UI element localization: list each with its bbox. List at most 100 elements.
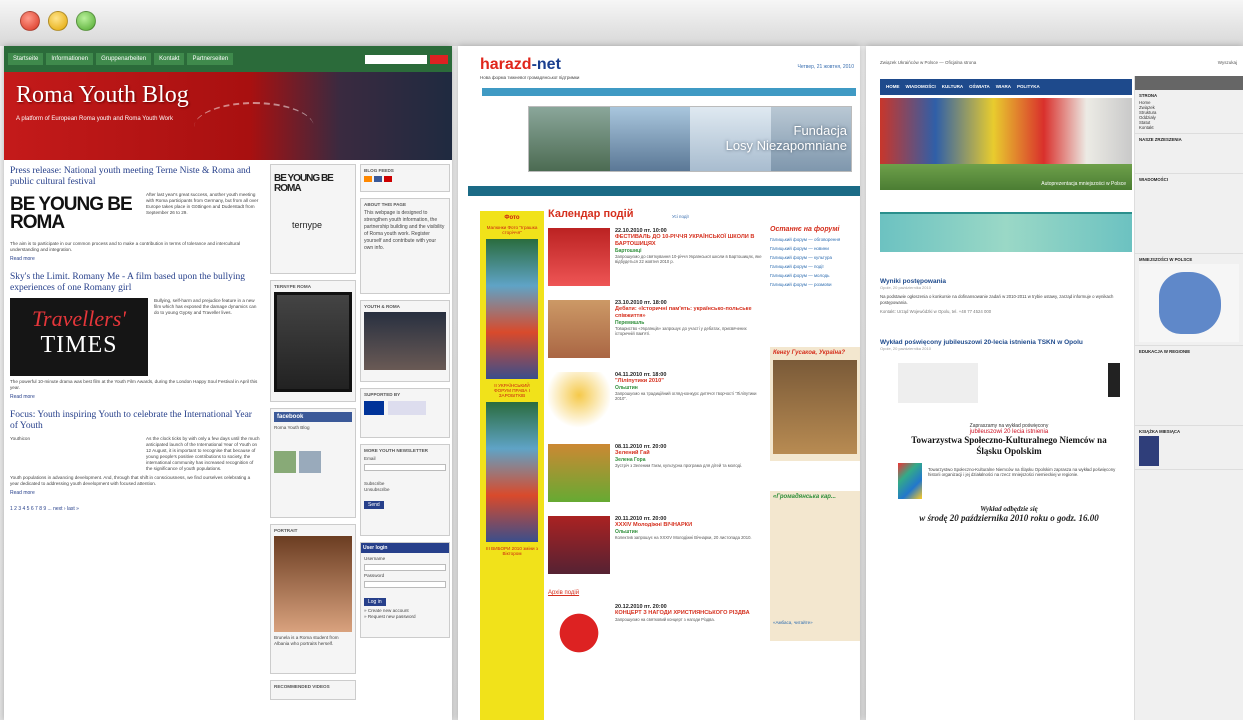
festival-banner[interactable]	[880, 212, 1132, 252]
civic-promo[interactable]: «Громадянська кар... «Амбаса, читайте»	[770, 491, 860, 641]
forum-link[interactable]: Галицький форум — культура	[770, 255, 860, 260]
facebook-icon[interactable]	[374, 176, 382, 182]
blog-right-sidebar: BLOG FEEDS ABOUT THIS PAGE This webpage …	[360, 164, 450, 720]
nav-item[interactable]: Informationen	[46, 53, 94, 65]
forum-link[interactable]: Галицький форум — обговорення	[770, 237, 860, 242]
nav-item[interactable]: Gruppenarbeiten	[96, 53, 152, 65]
newsletter-email-input[interactable]	[364, 464, 446, 471]
login-button[interactable]: Log in	[364, 598, 386, 606]
pagination[interactable]: 1 2 3 4 5 6 7 8 9 ... next › last »	[10, 506, 260, 512]
promo-heading: «Громадянська кар...	[773, 494, 836, 500]
sidebar-link[interactable]: Kontakt	[1139, 125, 1239, 130]
logo-part: -net	[531, 56, 561, 73]
nav-item[interactable]: Kontakt	[154, 53, 185, 65]
forum-link[interactable]: Галицький форум — молодь	[770, 273, 860, 278]
nav-item[interactable]: WIARA	[996, 84, 1011, 90]
youtube-icon[interactable]	[384, 176, 392, 182]
photo-gallery[interactable]	[486, 402, 538, 542]
event-title[interactable]: XXXIV Молодіжні ВІЧНАРКИ	[615, 522, 752, 529]
event-title[interactable]: ФЕСТИВАЛЬ ДО 10-РІЧЧЯ УКРАЇНСЬКОЇ ШКОЛИ …	[615, 234, 766, 248]
blog-search-input[interactable]	[365, 54, 427, 64]
nav-item[interactable]: WIADOMOŚCI	[906, 84, 936, 90]
rss-icon[interactable]	[364, 176, 372, 182]
event-item[interactable]: 20.12.2010 пт. 20:00 КОНЦЕРТ З НАГОДИ ХР…	[548, 604, 766, 668]
harazd-net-page: harazd-net Нова форма тижневої громадянс…	[458, 46, 860, 720]
article-title-link[interactable]: Wykład poświęcony jubileuszowi 20-lecia …	[880, 339, 1132, 346]
forum-sidebar: Останнє на форумі Галицький форум — обго…	[770, 226, 860, 720]
forum-link[interactable]: Галицький форум — розмови	[770, 282, 860, 287]
search-link[interactable]: Wyszukaj	[1218, 60, 1237, 65]
fund-line: Losy Niezapomniane	[725, 138, 847, 153]
fundacja-banner: Fundacja Losy Niezapomniane	[528, 106, 852, 172]
close-window-button[interactable]	[20, 11, 40, 31]
be-young-be-roma-small-logo: BE YOUNG BE ROMA	[274, 173, 334, 194]
read-more-link[interactable]: Read more	[10, 256, 260, 262]
latest-box: RECOMMENDED VIDEOS	[270, 680, 356, 700]
sidebar-section: MNIEJSZOŚCI W POLSCE	[1135, 254, 1243, 346]
event-title[interactable]: КОНЦЕРТ З НАГОДИ ХРИСТИЯНСЬКОГО РІЗДВА	[615, 610, 750, 617]
event-item[interactable]: 08.11.2010 пт. 20:00 Зелений Гай Зелена …	[548, 444, 766, 508]
logo-text: Travellers'	[32, 306, 126, 331]
harazd-menu-bar[interactable]	[482, 88, 856, 96]
zoom-window-button[interactable]	[76, 11, 96, 31]
facebook-page-name[interactable]: Roma Youth Blog	[274, 425, 352, 431]
event-item[interactable]: 04.11.2010 пт. 18:00 "Ліліпутики 2010" О…	[548, 372, 766, 436]
event-image	[548, 300, 610, 358]
read-more-link[interactable]: Read more	[10, 490, 260, 496]
minimize-window-button[interactable]	[48, 11, 68, 31]
forum-link[interactable]: Галицький форум — події	[770, 264, 860, 269]
promo-link[interactable]: «Амбаса, читайте»	[773, 620, 857, 625]
box-heading: YOUTH & ROMA	[364, 304, 400, 309]
event-item[interactable]: 20.11.2010 пт. 20:00 XXXIV Молодіжні ВІЧ…	[548, 516, 766, 580]
supported-by-box: SUPPORTED BY	[360, 388, 450, 438]
blog-main-column: Press release: National youth meeting Te…	[4, 160, 266, 720]
event-title[interactable]: Дебати: «Історичні пам'ять: українсько-п…	[615, 306, 766, 320]
box-heading: RECOMMENDED VIDEOS	[274, 684, 330, 689]
forum-heading: Останнє на форумі	[770, 226, 840, 233]
newsletter-send-button[interactable]: Send	[364, 501, 384, 509]
event-archive-link[interactable]: Архів подій	[548, 590, 766, 596]
all-events-link[interactable]: Усі події	[672, 214, 689, 219]
request-password-link[interactable]: » Request new password	[364, 614, 446, 620]
nav-item[interactable]: KULTURA	[942, 84, 963, 90]
event-title[interactable]: Зелений Гай	[615, 450, 742, 457]
post-title-link[interactable]: Focus: Youth inspiring Youth to celebrat…	[10, 410, 260, 432]
username-label: Username	[364, 556, 386, 561]
facebook-header[interactable]: facebook	[274, 412, 352, 422]
nav-item[interactable]: Partnerseiten	[187, 53, 234, 65]
forum-link[interactable]: Галицький форум — новини	[770, 246, 860, 251]
event-title[interactable]: "Ліліпутики 2010"	[615, 378, 766, 385]
read-more-link[interactable]: Read more	[10, 394, 260, 400]
event-image	[548, 516, 610, 574]
sidebar-toolbar	[1135, 76, 1243, 90]
post-title-link[interactable]: Press release: National youth meeting Te…	[10, 166, 260, 188]
book-cover[interactable]	[1139, 436, 1159, 466]
doc-date: w środę 20 października 2010 roku o godz…	[919, 512, 1099, 523]
post-title-link[interactable]: Sky's the Limit. Romany Me - A film base…	[10, 272, 260, 294]
video-player[interactable]	[364, 312, 446, 370]
blog-nav-bar: Startseite Informationen Gruppenarbeiten…	[4, 46, 452, 72]
article-title-link[interactable]: Wyniki postępowania	[880, 278, 1132, 285]
about-box: ABOUT THIS PAGE This webpage is designed…	[360, 198, 450, 294]
nav-item[interactable]: HOME	[886, 84, 900, 90]
sidebar-section: EDUKACJA W REGIONIE	[1135, 346, 1243, 426]
blog-search-button[interactable]	[430, 54, 448, 64]
nav-item[interactable]: POLITYKA	[1017, 84, 1040, 90]
event-item[interactable]: 22.10.2010 пт. 10:00 ФЕСТИВАЛЬ ДО 10-РІЧ…	[548, 228, 766, 292]
poland-map[interactable]	[1139, 264, 1239, 342]
article-meta: Opole, 20 października 2010	[880, 285, 931, 290]
unsubscribe-radio[interactable]: Unsubscribe	[364, 487, 446, 493]
event-description: Зустріч з Зеленим Гаєм, культурна програ…	[615, 463, 743, 468]
about-text: This webpage is designed to strengthen y…	[364, 210, 445, 251]
partner-box: BE YOUNG BE ROMA ternype	[270, 164, 356, 274]
dog-promo[interactable]: Кенгу Гусаков, Україна?	[770, 347, 860, 461]
event-description: Колектив запрошує на XXXIV Молодіжні Віч…	[615, 535, 752, 540]
harazd-logo[interactable]: harazd-net	[480, 56, 561, 74]
password-input[interactable]	[364, 581, 446, 588]
username-input[interactable]	[364, 564, 446, 571]
nav-item[interactable]: Startseite	[8, 53, 44, 65]
photo-gallery[interactable]	[486, 239, 538, 379]
event-item[interactable]: 23.10.2010 пт. 18:00 Дебати: «Історичні …	[548, 300, 766, 364]
nav-item[interactable]: OŚWIATA	[969, 84, 990, 90]
photo-sidebar-heading: Фото	[504, 215, 520, 221]
